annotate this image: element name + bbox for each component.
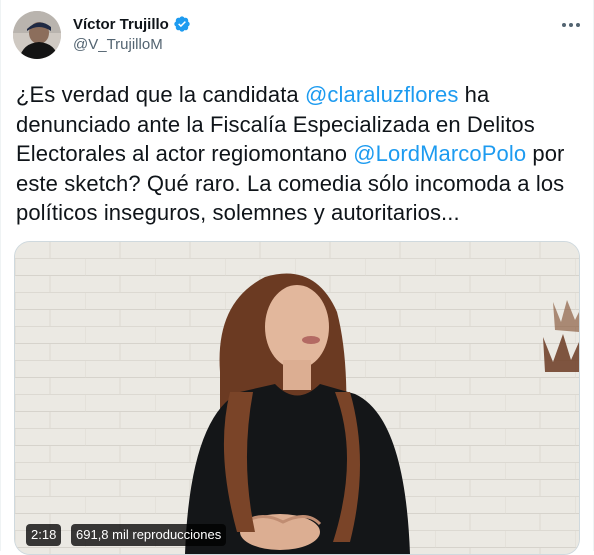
mention-lordmarcopolo[interactable]: @LordMarcoPolo (353, 141, 526, 166)
tweet-text-segment: ¿Es verdad que la candidata (16, 82, 305, 107)
video-thumbnail (15, 242, 579, 554)
tweet-text: ¿Es verdad que la candidata @claraluzflo… (16, 80, 586, 228)
name-row: Víctor Trujillo (73, 14, 191, 34)
author-name[interactable]: Víctor Trujillo (73, 16, 169, 33)
tweet[interactable]: Víctor Trujillo @V_TrujilloM ¿Es verdad … (0, 0, 594, 555)
video-views-badge: 691,8 mil reproducciones (71, 524, 227, 546)
more-options-icon[interactable] (557, 14, 585, 36)
mention-claraluzflores[interactable]: @claraluzflores (305, 82, 458, 107)
verified-badge-icon (174, 16, 190, 32)
video-duration-badge: 2:18 (26, 524, 62, 546)
author-handle[interactable]: @V_TrujilloM (73, 36, 191, 53)
avatar[interactable] (13, 11, 61, 59)
video-player[interactable]: 2:18 691,8 mil reproducciones (14, 241, 580, 555)
author-block: Víctor Trujillo @V_TrujilloM (73, 14, 191, 53)
avatar-image (13, 11, 61, 59)
